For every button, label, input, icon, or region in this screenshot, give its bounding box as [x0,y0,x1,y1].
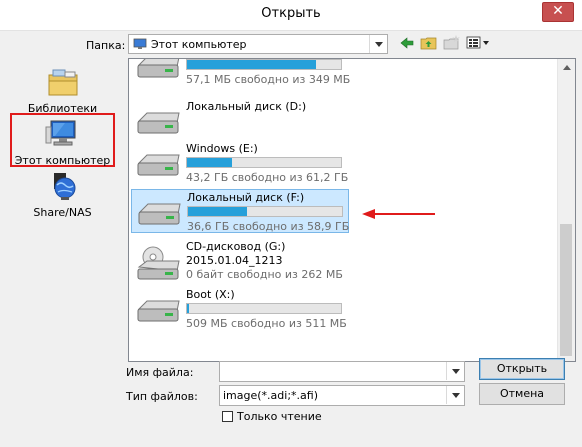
new-folder-icon[interactable] [443,34,461,52]
file-list: 57,1 МБ свободно из 349 МБ Локальный дис… [128,58,576,362]
place-share-nas[interactable]: Share/NAS [10,171,115,219]
place-label: Этот компьютер [14,154,111,167]
capacity-bar [186,59,342,70]
hard-drive-icon [135,105,181,142]
list-item-boot-x[interactable]: Boot (X:) 509 МБ свободно из 511 МБ [131,287,349,331]
back-arrow-icon[interactable] [398,34,416,52]
capacity-info: 57,1 МБ свободно из 349 МБ [186,73,351,86]
capacity-bar [186,157,342,168]
drive-name: Локальный диск (D:) [186,100,307,113]
list-item-drive-f-selected[interactable]: Локальный диск (F:) 36,6 ГБ свободно из … [131,189,349,233]
places-bar: Библиотеки Этот компьютер Share/NAS [6,61,119,361]
lookin-label: Папка: [86,39,126,52]
place-libraries[interactable]: Библиотеки [10,67,115,115]
hard-drive-icon [135,147,181,184]
hard-drive-icon [135,293,181,330]
filetype-label: Тип файлов: [126,390,198,403]
dialog-client: Папка: Этот компьютер Библиотеки Этот ко… [6,31,576,441]
capacity-info: 0 байт свободно из 262 МБ [186,268,343,281]
filename-combo[interactable] [219,361,465,382]
readonly-label: Только чтение [237,410,322,423]
drive-name: Windows (E:) [186,142,258,155]
drive-name: CD-дисковод (G:) [186,240,286,253]
capacity-info: 43,2 ГБ свободно из 61,2 ГБ [186,171,349,184]
disc-label: 2015.01.04_1213 [186,254,283,267]
lookin-value: Этот компьютер [151,38,247,51]
cd-drive-icon [135,245,181,286]
capacity-bar [187,206,343,217]
view-menu-icon[interactable] [466,34,489,52]
lookin-combo[interactable]: Этот компьютер [128,34,388,54]
libraries-icon [45,69,81,100]
network-globe-icon [45,173,81,204]
hard-drive-icon [135,59,181,86]
close-button[interactable]: ✕ [542,2,574,22]
scroll-thumb[interactable] [560,224,572,356]
filetype-dropdown-arrow[interactable] [446,386,464,404]
list-item-drive-d[interactable]: Локальный диск (D:) [131,99,349,143]
place-this-computer[interactable]: Этот компьютер [10,113,115,167]
list-item-drive-e[interactable]: Windows (E:) 43,2 ГБ свободно из 61,2 ГБ [131,141,349,185]
up-folder-icon[interactable] [420,34,438,52]
capacity-info: 36,6 ГБ свободно из 58,9 ГБ [187,220,350,233]
filename-label: Имя файла: [126,366,194,379]
computer-small-icon [133,38,147,53]
filename-dropdown-arrow[interactable] [446,362,464,380]
dialog-title: Открыть [261,6,321,21]
lookin-dropdown-arrow[interactable] [369,35,387,53]
open-file-dialog: Открыть ✕ Папка: Этот компьютер Библиоте… [0,0,582,447]
capacity-info: 509 МБ свободно из 511 МБ [186,317,347,330]
readonly-checkbox[interactable] [222,411,233,422]
hard-drive-icon [136,196,182,233]
title-bar: Открыть ✕ [0,0,582,31]
computer-icon [12,119,113,152]
drive-name: Локальный диск (F:) [187,191,305,204]
list-item-cd-drive-g[interactable]: CD-дисковод (G:) 2015.01.04_1213 0 байт … [131,239,349,283]
drive-name: Boot (X:) [186,288,235,301]
scroll-up-arrow[interactable] [558,59,575,76]
filetype-value: image(*.adi;*.afi) [223,389,318,402]
place-label: Share/NAS [33,206,92,219]
capacity-bar [186,303,342,314]
open-button[interactable]: Открыть [479,358,565,380]
filetype-combo[interactable]: image(*.adi;*.afi) [219,385,465,406]
red-arrow-annotation-icon [361,208,437,223]
cancel-button[interactable]: Отмена [479,383,565,405]
vertical-scrollbar[interactable] [557,59,575,361]
list-item-drive[interactable]: 57,1 МБ свободно из 349 МБ [131,59,351,87]
